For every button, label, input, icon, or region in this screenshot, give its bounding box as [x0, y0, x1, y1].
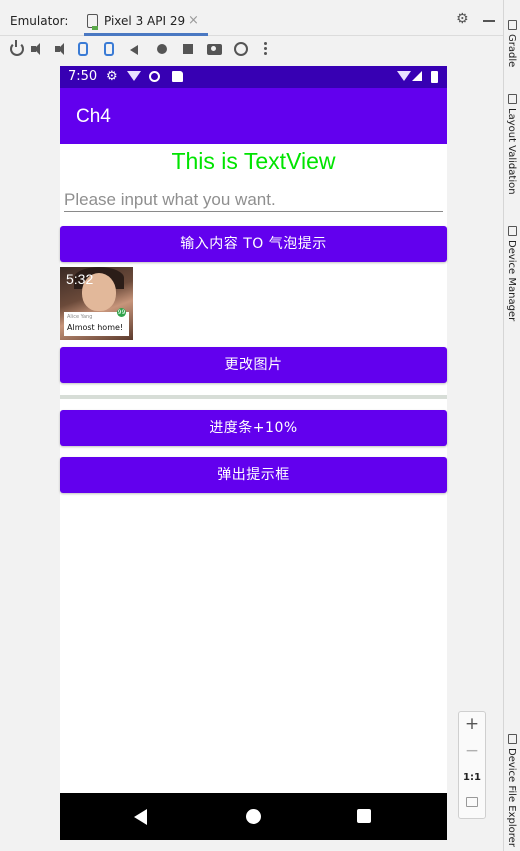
emulator-window: Emulator: Pixel 3 API 29 × ⚙ Gradle Layo…	[0, 0, 520, 851]
layout-validation-icon	[508, 94, 517, 104]
sd-card-icon	[172, 71, 183, 82]
settings-notification-icon: ⚙	[106, 69, 118, 84]
zoom-controls: + − 1:1	[458, 711, 486, 819]
change-image-button[interactable]: 更改图片	[60, 347, 447, 383]
message-sender: Alice Yang	[67, 314, 93, 320]
zoom-fit-icon[interactable]	[466, 797, 478, 807]
signal-icon	[412, 71, 422, 81]
wifi-notification-icon	[127, 71, 141, 81]
camera-icon[interactable]	[207, 44, 222, 55]
nav-home-icon[interactable]	[246, 809, 261, 824]
message-text: Almost home!	[67, 323, 124, 332]
emulator-label: Emulator:	[10, 14, 69, 28]
content-input[interactable]	[64, 188, 443, 212]
zoom-in-button[interactable]: +	[459, 714, 485, 734]
progress-button[interactable]: 进度条+10%	[60, 410, 447, 446]
device-icon	[87, 14, 98, 30]
zoom-out-button[interactable]: −	[459, 741, 485, 761]
nav-back-icon[interactable]	[134, 809, 147, 825]
device-manager-tab[interactable]: Device Manager	[506, 240, 517, 321]
tab-pixel-3[interactable]: Pixel 3 API 29 ×	[84, 8, 208, 36]
volume-up-icon[interactable]	[31, 42, 45, 56]
gear-icon[interactable]: ⚙	[456, 12, 470, 26]
back-icon[interactable]	[130, 45, 138, 55]
status-bar: 7:50 ⚙	[60, 66, 447, 88]
nav-overview-icon[interactable]	[357, 809, 371, 823]
text-view: This is TextView	[171, 148, 336, 174]
zoom-actual-size-button[interactable]: 1:1	[459, 772, 485, 783]
dialog-button[interactable]: 弹出提示框	[60, 457, 447, 493]
device-manager-icon	[508, 226, 517, 236]
device-screen: 7:50 ⚙ Ch4 This is TextView 输入内容 TO 气泡提示…	[60, 66, 447, 840]
gradle-icon	[508, 20, 517, 30]
status-time: 7:50	[68, 69, 98, 84]
more-icon[interactable]	[264, 42, 267, 56]
emulator-tab-bar: Emulator: Pixel 3 API 29 × ⚙	[0, 0, 503, 36]
rotate-right-icon[interactable]	[104, 42, 114, 56]
image-time: 5:32	[66, 271, 94, 287]
layout-validation-tab[interactable]: Layout Validation	[506, 108, 517, 195]
gradle-tab[interactable]: Gradle	[506, 34, 517, 67]
close-tab-icon[interactable]: ×	[188, 13, 199, 28]
emulator-toolbar	[0, 37, 503, 63]
battery-icon	[431, 71, 438, 83]
app-title: Ch4	[76, 106, 111, 127]
device-file-explorer-icon	[508, 734, 517, 744]
app-bar: Ch4	[60, 88, 447, 144]
snapshot-icon[interactable]	[234, 42, 248, 56]
overview-icon[interactable]	[183, 44, 193, 54]
wifi-icon	[397, 71, 411, 81]
volume-down-icon[interactable]	[55, 42, 69, 56]
rotate-left-icon[interactable]	[78, 42, 88, 56]
minimize-icon[interactable]	[483, 20, 495, 22]
home-icon[interactable]	[157, 44, 167, 54]
device-file-explorer-tab[interactable]: Device File Explorer	[506, 748, 517, 847]
tab-label: Pixel 3 API 29	[104, 14, 186, 28]
toast-button[interactable]: 输入内容 TO 气泡提示	[60, 226, 447, 262]
side-tool-panel: Gradle Layout Validation Device Manager …	[503, 0, 520, 851]
navigation-bar	[60, 793, 447, 840]
do-not-disturb-icon	[149, 71, 160, 82]
power-icon[interactable]	[10, 40, 24, 56]
hangouts-badge-icon: 99	[117, 308, 126, 317]
progress-bar	[60, 395, 447, 399]
image-view: 5:32 Alice Yang Almost home! 99	[60, 267, 133, 340]
